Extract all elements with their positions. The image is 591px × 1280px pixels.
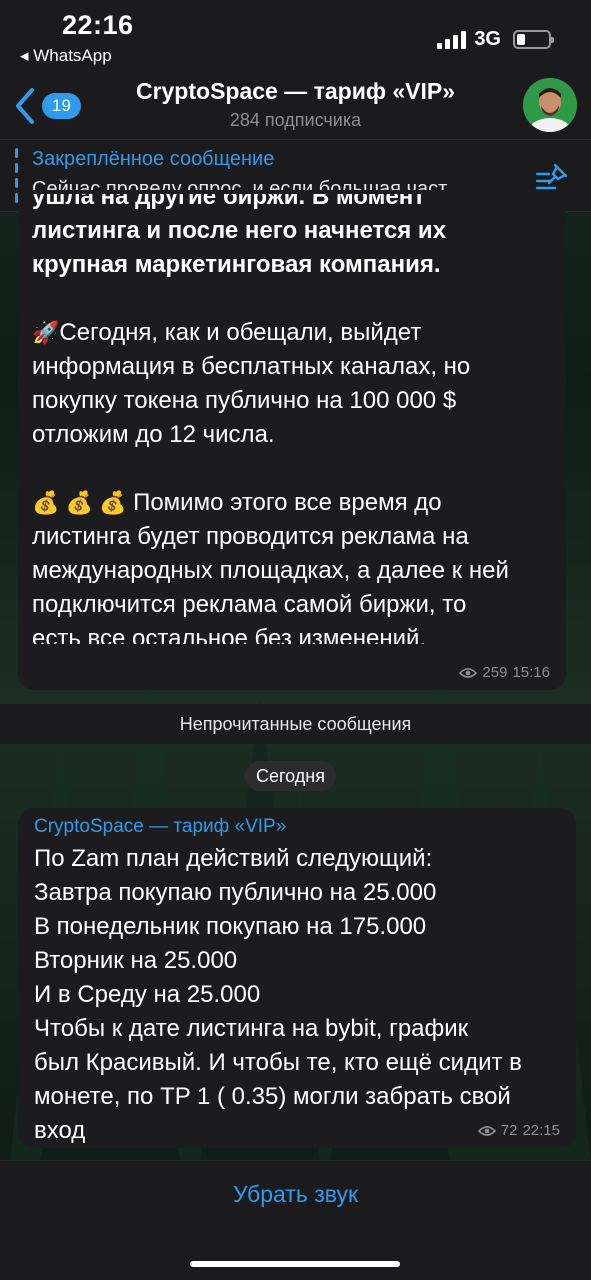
message-line: листинга и после него начнется их [32,217,447,244]
eye-icon [459,667,478,678]
status-indicators: 3G [437,28,554,51]
subscriber-count: 284 подписчика [229,110,362,130]
message-line: отложим до 12 числа. [32,421,275,448]
message-bubble[interactable]: ушла на другие биржи. В момент листинга … [18,190,566,690]
message-time: 15:16 [512,664,550,681]
unread-messages-separator: Непрочитанные сообщения [0,704,591,744]
back-to-app-link[interactable]: ◂ WhatsApp [20,46,112,66]
message-line: Завтра покупаю публично на 25.000 [34,879,437,906]
message-line: международных площадках, а далее к ней [32,557,509,584]
money-bag-icon: 💰 💰 💰 [32,490,127,515]
message-paragraph: 🚀Сегодня, как и обещали, выйдет информац… [32,316,562,452]
view-count: 72 [500,1122,518,1139]
message-line: монете, по TP 1 ( 0.35) могли забрать св… [34,1083,511,1110]
message-line: ушла на другие биржи. В момент [32,194,425,210]
channel-title[interactable]: CryptoSpace — тариф «VIP» [0,78,591,105]
message-line: Чтобы к дате листинга на bybit, график [34,1015,469,1042]
message-line: листинга будет проводится реклама на [32,523,469,550]
status-bar: 22:16 ◂ WhatsApp 3G [0,0,591,72]
date-separator: Сегодня [245,761,336,791]
view-count: 259 [482,664,508,681]
message-line: Вторник на 25.000 [34,947,238,974]
message-time: 22:15 [522,1122,560,1139]
person-avatar-icon [523,78,577,132]
chat-header: 19 CryptoSpace — тариф «VIP» 284 подписч… [0,72,591,140]
eye-icon [477,1125,496,1136]
message-line: был Красивый. И чтобы те, кто ещё сидит … [34,1049,522,1076]
message-bubble[interactable]: CryptoSpace — тариф «VIP» По Zam план де… [18,808,576,1148]
message-line: покупку токена публично на 100 000 $ [32,387,457,414]
message-line: есть все остальное без изменений. [32,625,427,644]
message-line: информация в бесплатных каналах, но [32,353,471,380]
battery-icon [513,30,554,49]
status-time: 22:16 [62,10,134,40]
channel-avatar[interactable] [523,78,577,132]
message-text-bold: ушла на другие биржи. В момент листинга … [32,194,562,282]
pinned-indicator [15,148,18,204]
mute-button[interactable]: Убрать звук [0,1181,591,1208]
home-indicator[interactable] [190,1261,400,1267]
message-line: Помимо этого все время до [133,489,442,516]
pinned-title: Закреплённое сообщение [32,148,275,170]
message-line: крупная маркетинговая компания. [32,251,441,278]
message-line: Сегодня, как и обещали, выйдет [59,319,422,346]
signal-icon [437,30,467,49]
message-meta: 72 22:15 [477,1122,560,1139]
rocket-icon: 🚀 [32,320,60,345]
message-line: По Zam план действий следующий: [34,845,433,872]
network-type: 3G [474,28,501,50]
message-meta: 259 15:16 [459,664,550,681]
bottom-bar: Убрать звук [0,1160,591,1280]
message-paragraph: 💰 💰 💰 Помимо этого все время до листинга… [32,486,562,644]
pinned-list-icon[interactable] [535,162,569,190]
message-text: По Zam план действий следующий: Завтра п… [34,842,570,1148]
message-line: В понедельник покупаю на 175.000 [34,913,427,940]
message-line: И в Среду на 25.000 [34,981,261,1008]
message-line: подключится реклама самой биржи, то [32,591,467,618]
message-sender[interactable]: CryptoSpace — тариф «VIP» [34,816,570,838]
